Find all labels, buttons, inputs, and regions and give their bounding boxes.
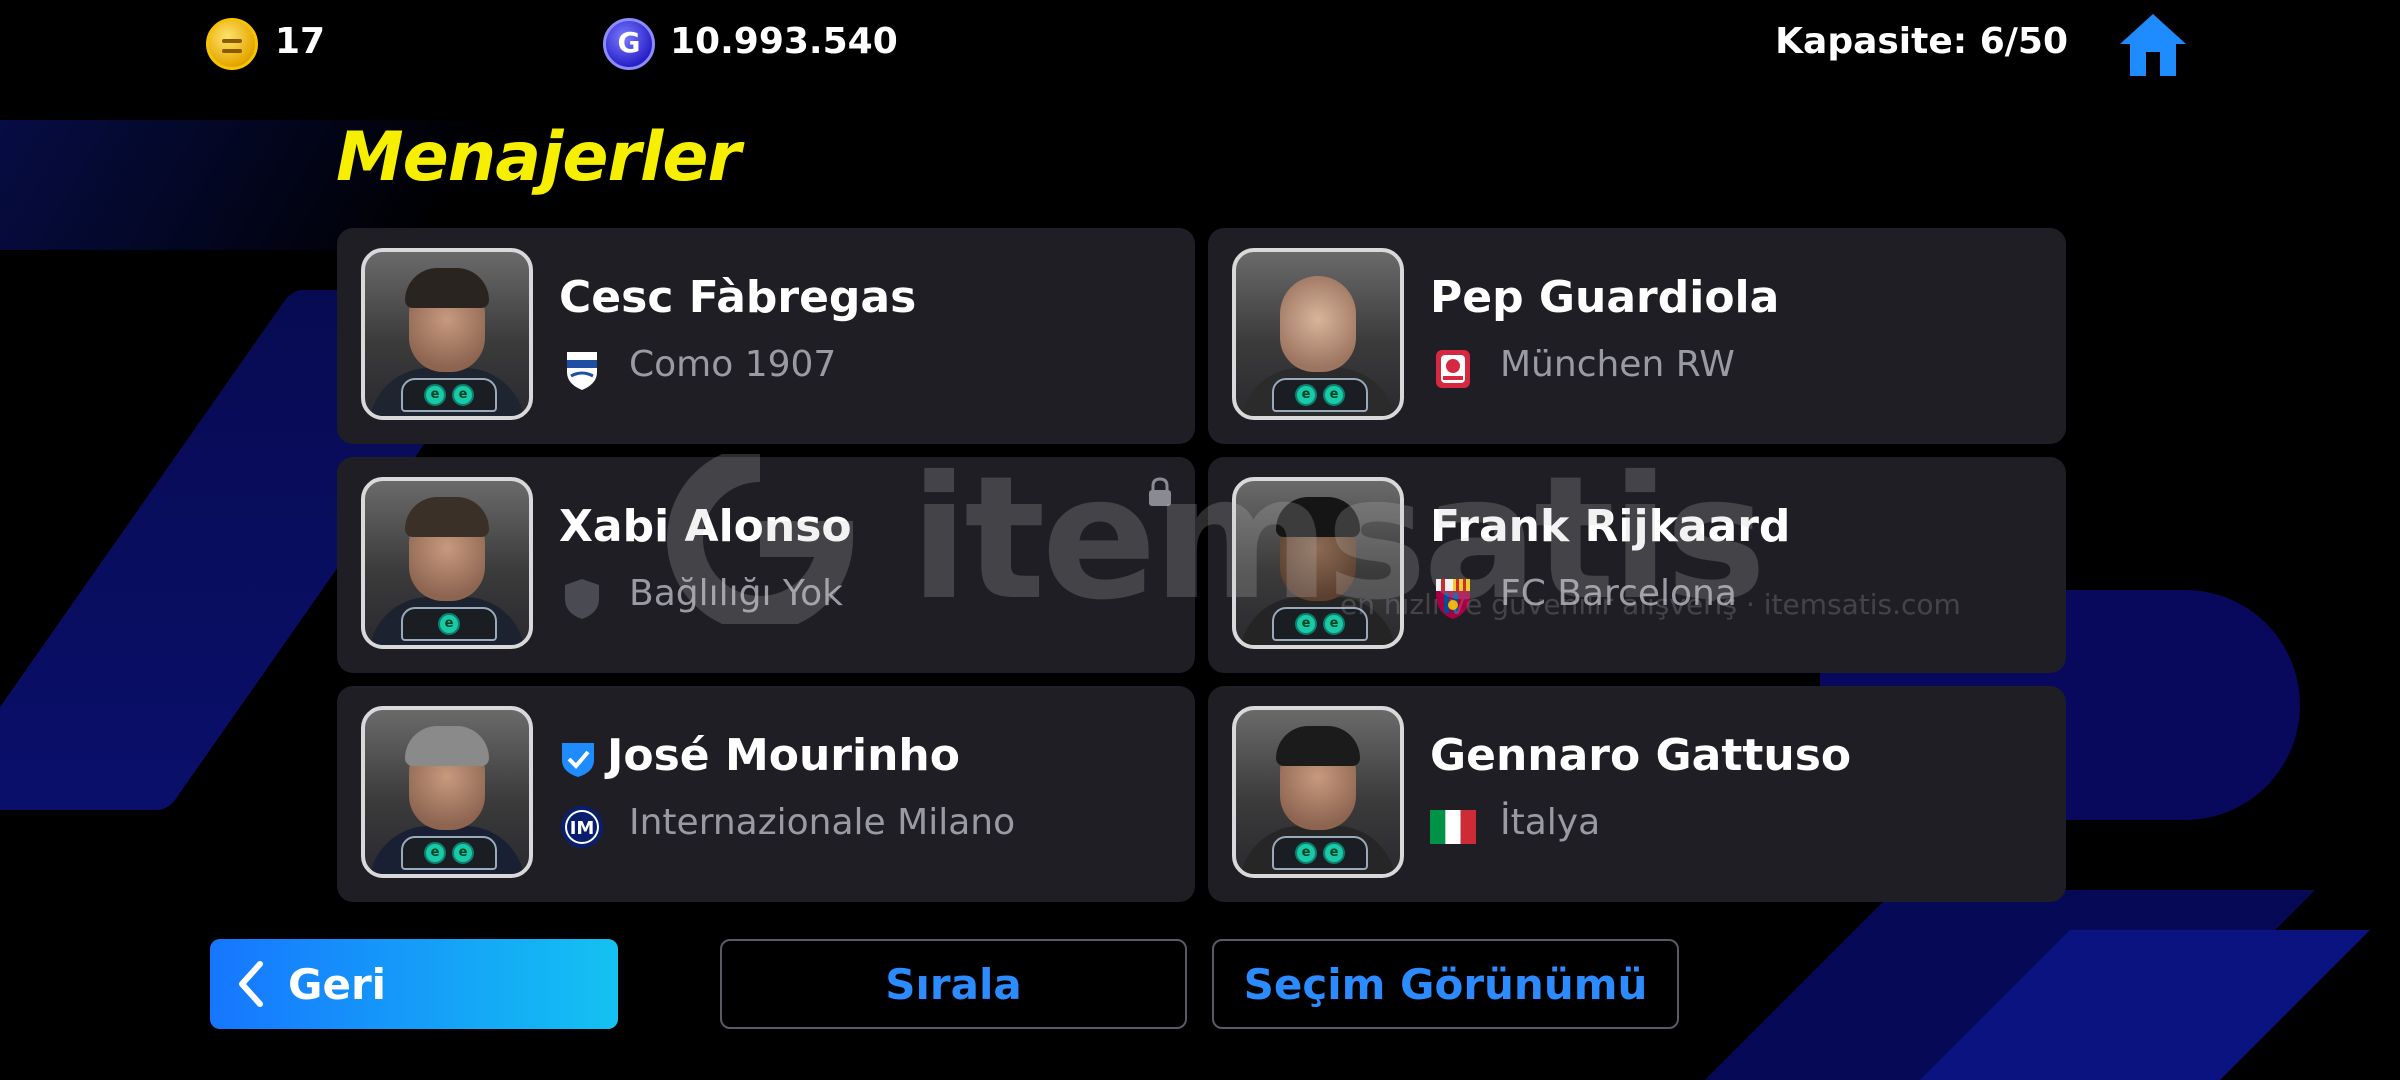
italy-flag-icon [1430, 810, 1476, 844]
efootball-coin-icon [206, 18, 258, 70]
e-badge-icon: e [424, 842, 446, 864]
manager-card[interactable]: e e Frank Rijkaard FC Barcelona [1208, 457, 2066, 673]
gp-value: 10.993.540 [670, 21, 898, 62]
skill-badges: e e [401, 836, 497, 870]
skill-badges: e e [1272, 836, 1368, 870]
e-badge-icon: e [438, 613, 460, 635]
club-name: Internazionale Milano [629, 802, 1016, 843]
e-badge-icon: e [1295, 384, 1317, 406]
club-name: Como 1907 [629, 344, 837, 385]
manager-name: José Mourinho [607, 730, 960, 781]
e-badge-icon: e [1295, 613, 1317, 635]
manager-portrait: e e [1232, 706, 1404, 878]
svg-text:IM: IM [570, 818, 595, 839]
selection-view-button-label: Seçim Görünümü [1243, 959, 1648, 1009]
manager-card[interactable]: e e Cesc Fàbregas Como 1907 [337, 228, 1195, 444]
club-name: München RW [1500, 344, 1735, 385]
como-crest-icon [567, 352, 597, 390]
capacity-indicator: Kapasite: 6/50 [1775, 21, 2068, 62]
club-name: Bağlılığı Yok [629, 573, 843, 614]
e-badge-icon: e [1323, 842, 1345, 864]
sort-button[interactable]: Sırala [720, 939, 1187, 1029]
coins-value: 17 [275, 21, 326, 62]
manager-name: Pep Guardiola [1430, 272, 1780, 323]
verified-shield-icon [562, 743, 594, 777]
manager-name: Cesc Fàbregas [559, 272, 917, 323]
skill-badges: e e [1272, 607, 1368, 641]
e-badge-icon: e [424, 384, 446, 406]
e-badge-icon: e [1323, 384, 1345, 406]
e-badge-icon: e [452, 384, 474, 406]
manager-name: Xabi Alonso [559, 501, 852, 552]
selection-view-button[interactable]: Seçim Görünümü [1212, 939, 1679, 1029]
manager-card[interactable]: e e José Mourinho IM Internazionale Mila… [337, 686, 1195, 902]
skill-badges: e e [401, 378, 497, 412]
manager-portrait: e e [361, 248, 533, 420]
top-bar: 17 G 10.993.540 Kapasite: 6/50 [0, 0, 2400, 90]
munchen-rw-crest-icon [1436, 350, 1470, 388]
home-icon[interactable] [2118, 12, 2188, 78]
e-badge-icon: e [1295, 842, 1317, 864]
manager-portrait: e [361, 477, 533, 649]
manager-card[interactable]: e e Gennaro Gattuso İtalya [1208, 686, 2066, 902]
manager-portrait: e e [1232, 477, 1404, 649]
manager-name: Frank Rijkaard [1430, 501, 1791, 552]
e-badge-icon: e [1323, 613, 1345, 635]
club-name: İtalya [1500, 802, 1601, 843]
back-button[interactable]: Geri [210, 939, 618, 1029]
no-affiliation-shield-icon [565, 579, 599, 619]
manager-name: Gennaro Gattuso [1430, 730, 1852, 781]
e-badge-icon: e [452, 842, 474, 864]
skill-badges: e e [1272, 378, 1368, 412]
inter-milan-crest-icon: IM [561, 806, 603, 848]
manager-portrait: e e [1232, 248, 1404, 420]
sort-button-label: Sırala [885, 959, 1022, 1009]
gp-coin-icon: G [603, 18, 655, 70]
fc-barcelona-crest-icon [1436, 579, 1470, 619]
manager-portrait: e e [361, 706, 533, 878]
skill-badges: e [401, 607, 497, 641]
club-name: FC Barcelona [1500, 573, 1737, 614]
chevron-left-icon [239, 961, 263, 1007]
back-button-label: Geri [288, 959, 387, 1009]
manager-card[interactable]: e Xabi Alonso Bağlılığı Yok [337, 457, 1195, 673]
page-title: Menajerler [336, 118, 741, 197]
lock-icon [1149, 477, 1171, 506]
manager-card[interactable]: e e Pep Guardiola München RW [1208, 228, 2066, 444]
